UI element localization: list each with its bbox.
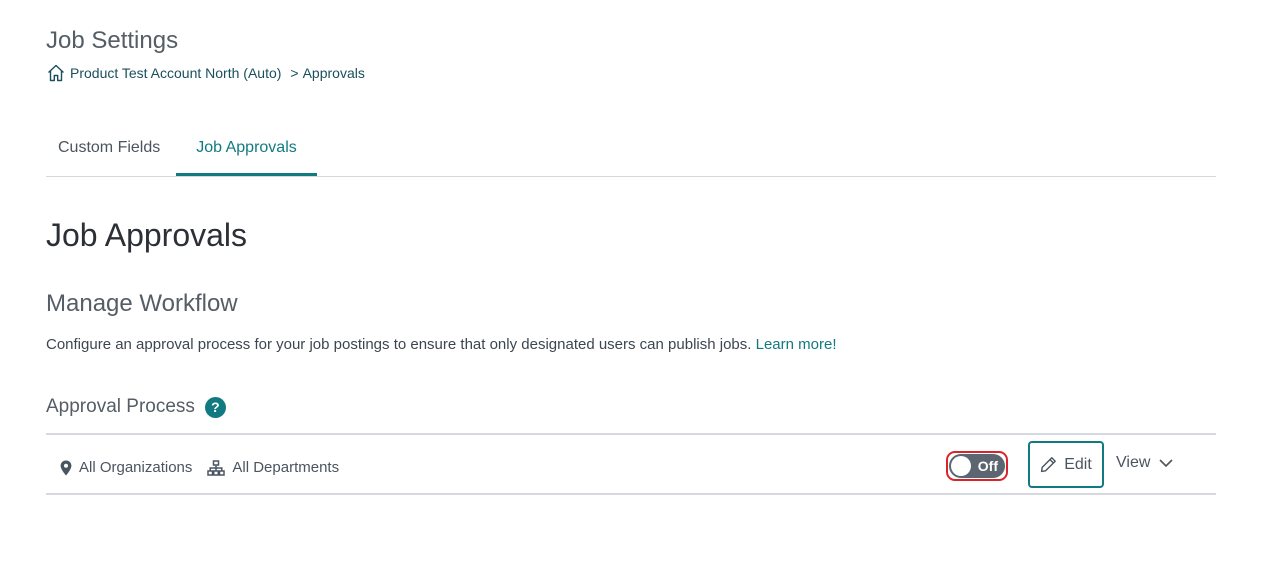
workflow-description: Configure an approval process for your j… bbox=[46, 336, 836, 353]
edit-button[interactable]: Edit bbox=[1028, 441, 1104, 488]
description-text: Configure an approval process for your j… bbox=[46, 336, 752, 353]
page-title: Job Settings bbox=[46, 27, 179, 54]
location-pin-icon bbox=[60, 460, 72, 475]
departments-scope: All Departments bbox=[207, 459, 339, 476]
tab-custom-fields[interactable]: Custom Fields bbox=[46, 125, 172, 174]
breadcrumb-separator: > bbox=[290, 65, 299, 81]
breadcrumb: Product Test Account North (Auto) > Appr… bbox=[46, 63, 365, 83]
approval-toggle[interactable]: Off bbox=[949, 454, 1005, 478]
pencil-icon bbox=[1041, 457, 1057, 473]
toggle-knob bbox=[951, 456, 971, 476]
approval-process-header: Approval Process ? bbox=[46, 396, 226, 418]
breadcrumb-account-link[interactable]: Product Test Account North (Auto) bbox=[70, 65, 281, 81]
tab-job-approvals[interactable]: Job Approvals bbox=[176, 125, 317, 176]
home-icon[interactable] bbox=[46, 63, 66, 83]
org-chart-icon bbox=[207, 459, 226, 476]
learn-more-link[interactable]: Learn more! bbox=[756, 336, 837, 353]
toggle-focus-ring: Off bbox=[946, 451, 1008, 481]
edit-button-label: Edit bbox=[1064, 455, 1092, 473]
organizations-scope: All Organizations bbox=[60, 459, 192, 476]
approval-process-row: All Organizations All Departments Off Ed… bbox=[46, 433, 1216, 495]
view-dropdown-button[interactable]: View bbox=[1116, 454, 1173, 472]
approval-process-label: Approval Process bbox=[46, 396, 195, 417]
toggle-state-label: Off bbox=[977, 458, 998, 474]
manage-workflow-heading: Manage Workflow bbox=[46, 290, 238, 317]
breadcrumb-current: Approvals bbox=[302, 65, 365, 81]
help-icon[interactable]: ? bbox=[204, 396, 226, 418]
section-title: Job Approvals bbox=[46, 217, 248, 253]
departments-label: All Departments bbox=[232, 459, 340, 476]
view-button-label: View bbox=[1116, 454, 1151, 471]
organizations-label: All Organizations bbox=[79, 459, 193, 476]
tab-bar: Custom Fields Job Approvals bbox=[46, 125, 1216, 177]
chevron-down-icon bbox=[1159, 458, 1173, 467]
approval-scope: All Organizations All Departments bbox=[60, 459, 354, 476]
